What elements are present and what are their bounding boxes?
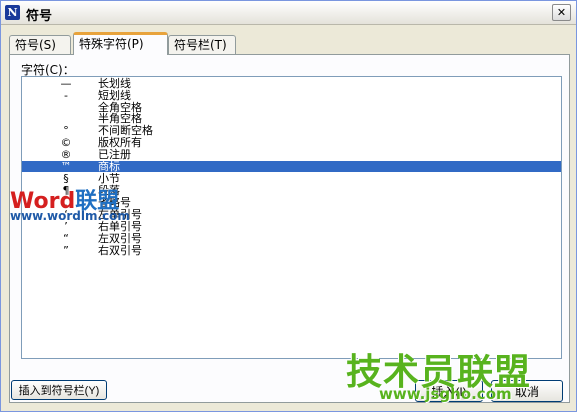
character-name: 已注册 (98, 148, 131, 161)
list-item[interactable]: © 版权所有 (22, 137, 561, 148)
character-name: 半角空格 (98, 112, 142, 125)
list-item[interactable]: - 短划线 (22, 90, 561, 101)
watermark-word-site: www.wordlm.com (10, 209, 130, 223)
character-glyph: ® (60, 148, 72, 161)
character-name: 短划线 (98, 89, 131, 102)
character-name: 不间断空格 (98, 124, 153, 137)
watermark-jsg-url: www.jsgho.com (379, 385, 512, 403)
character-name: 左双引号 (98, 232, 142, 245)
character-name: 版权所有 (98, 136, 142, 149)
character-glyph: ™ (60, 160, 72, 173)
character-glyph: ° (63, 124, 69, 137)
character-glyph: © (60, 136, 72, 149)
character-glyph: - (64, 89, 68, 102)
close-button[interactable]: ✕ (552, 4, 571, 21)
insert-to-symbol-bar-button[interactable]: 插入到符号栏(Y) (11, 380, 107, 400)
app-icon: N (5, 5, 20, 20)
list-item[interactable]: ” 右双引号 (22, 245, 561, 256)
list-item[interactable]: ™ 商标 (22, 161, 561, 172)
dialog-title: 符号 (26, 9, 53, 24)
title-bar: N 符号 ✕ (1, 1, 576, 25)
close-icon: ✕ (556, 6, 567, 19)
list-item[interactable]: 半角空格 (22, 113, 561, 124)
list-item[interactable]: ® 已注册 (22, 149, 561, 160)
character-glyph: ” (63, 244, 69, 257)
list-item[interactable]: ° 不间断空格 (22, 125, 561, 136)
tab-symbol-bar[interactable]: 符号栏(T) (168, 35, 236, 54)
character-glyph: “ (63, 232, 69, 245)
character-name: 商标 (98, 160, 120, 173)
list-item[interactable]: “ 左双引号 (22, 233, 561, 244)
character-glyph: — (60, 77, 72, 90)
tab-special-characters[interactable]: 特殊字符(P) (73, 32, 168, 55)
character-name: 右双引号 (98, 244, 142, 257)
symbol-dialog: N 符号 ✕ 符号(S) 特殊字符(P) 符号栏(T) 字符(C)： — 长划线 -… (0, 0, 577, 412)
list-item[interactable]: — 长划线 (22, 78, 561, 89)
tab-symbols[interactable]: 符号(S) (9, 35, 71, 54)
character-name: 长划线 (98, 77, 131, 90)
